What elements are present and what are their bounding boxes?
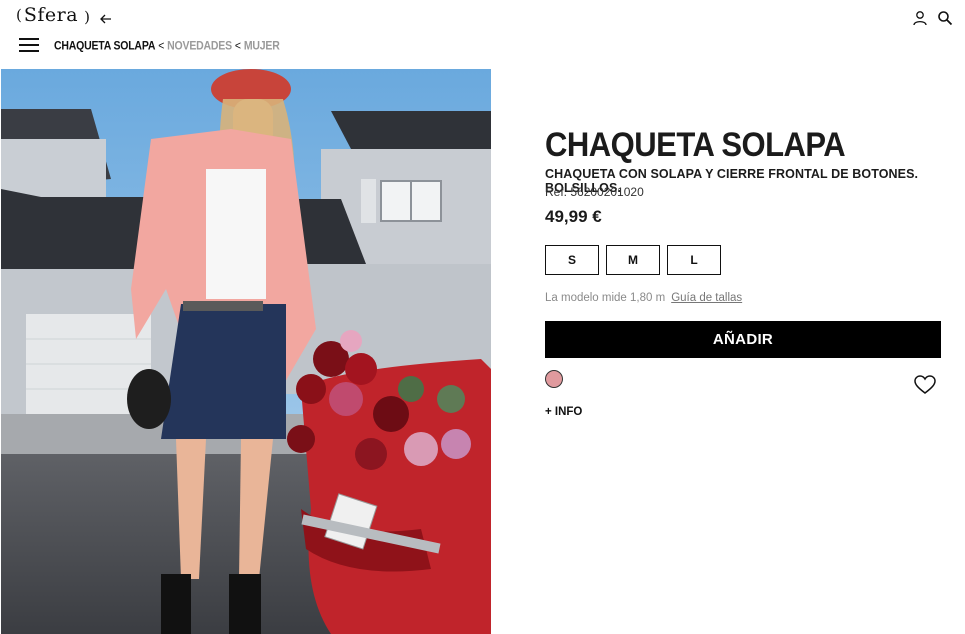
- model-height-info: La modelo mide 1,80 m Guía de tallas: [545, 292, 742, 304]
- breadcrumb: CHAQUETA SOLAPA < NOVEDADES < MUJER: [54, 39, 280, 53]
- breadcrumb-separator: <: [158, 39, 165, 53]
- wishlist-heart-icon[interactable]: [914, 375, 936, 395]
- product-title: CHAQUETA SOLAPA: [545, 125, 846, 164]
- product-image[interactable]: [1, 69, 491, 634]
- add-to-cart-button[interactable]: AÑADIR: [545, 321, 941, 358]
- sfera-logo[interactable]: ( Sfera ): [16, 4, 90, 26]
- logo-paren-left: (: [16, 6, 22, 24]
- size-option-s[interactable]: S: [545, 245, 599, 275]
- size-option-l[interactable]: L: [667, 245, 721, 275]
- color-swatch-pink[interactable]: [545, 370, 563, 388]
- size-option-m[interactable]: M: [606, 245, 660, 275]
- breadcrumb-separator: <: [234, 39, 241, 53]
- back-arrow-icon[interactable]: [99, 12, 113, 26]
- breadcrumb-current: CHAQUETA SOLAPA: [54, 39, 156, 53]
- more-info-link[interactable]: + INFO: [545, 406, 582, 418]
- size-selector: S M L: [545, 245, 721, 275]
- product-ref: Ref. 56200201020: [545, 185, 644, 199]
- product-price: 49,99 €: [545, 207, 602, 226]
- menu-icon[interactable]: [19, 38, 39, 52]
- logo-paren-right: ): [84, 8, 90, 26]
- breadcrumb-link-novedades[interactable]: NOVEDADES: [167, 39, 232, 53]
- search-icon[interactable]: [937, 10, 953, 26]
- logo-text: Sfera: [23, 4, 79, 26]
- user-icon[interactable]: [912, 10, 928, 26]
- size-guide-link[interactable]: Guía de tallas: [671, 292, 742, 304]
- model-height-text: La modelo mide 1,80 m: [545, 292, 666, 304]
- breadcrumb-link-mujer[interactable]: MUJER: [244, 39, 280, 53]
